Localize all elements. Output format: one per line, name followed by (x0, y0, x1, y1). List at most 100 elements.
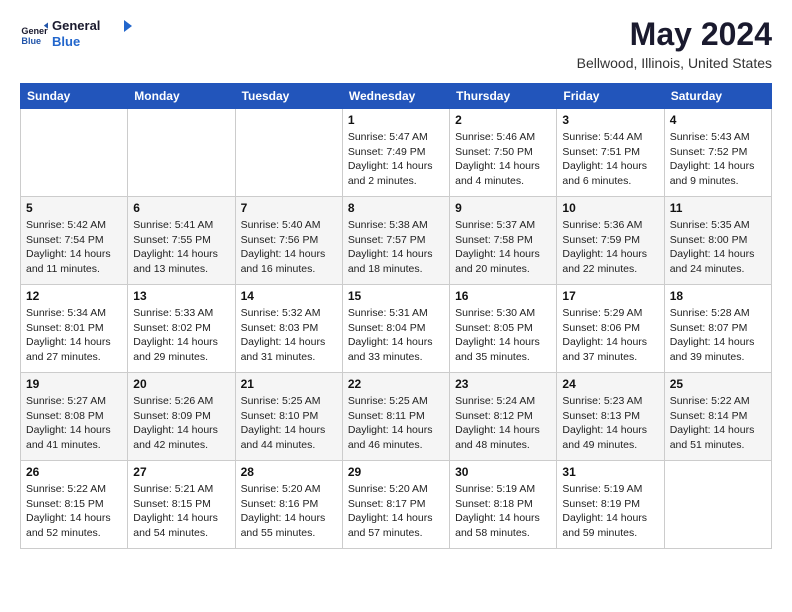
weekday-header: Thursday (450, 84, 557, 109)
calendar-cell: 29 Sunrise: 5:20 AM Sunset: 8:17 PM Dayli… (342, 461, 449, 549)
day-number: 29 (348, 465, 444, 479)
calendar-cell: 18 Sunrise: 5:28 AM Sunset: 8:07 PM Dayli… (664, 285, 771, 373)
day-number: 14 (241, 289, 337, 303)
calendar-cell (664, 461, 771, 549)
calendar-page: General Blue General Blue May 2024 Bellw… (0, 0, 792, 565)
calendar-cell: 22 Sunrise: 5:25 AM Sunset: 8:11 PM Dayli… (342, 373, 449, 461)
day-number: 20 (133, 377, 229, 391)
day-info: Sunrise: 5:21 AM Sunset: 8:15 PM Dayligh… (133, 482, 229, 541)
calendar-cell: 26Sunrise: 5:22 AM Sunset: 8:15 PM Dayli… (21, 461, 128, 549)
day-number: 21 (241, 377, 337, 391)
day-info: Sunrise: 5:24 AM Sunset: 8:12 PM Dayligh… (455, 394, 551, 453)
day-number: 26 (26, 465, 122, 479)
day-info: Sunrise: 5:46 AM Sunset: 7:50 PM Dayligh… (455, 130, 551, 189)
day-info: Sunrise: 5:29 AM Sunset: 8:06 PM Dayligh… (562, 306, 658, 365)
calendar-cell (21, 109, 128, 197)
day-info: Sunrise: 5:20 AM Sunset: 8:17 PM Dayligh… (348, 482, 444, 541)
day-info: Sunrise: 5:32 AM Sunset: 8:03 PM Dayligh… (241, 306, 337, 365)
day-number: 31 (562, 465, 658, 479)
day-number: 9 (455, 201, 551, 215)
calendar-week-row: 19Sunrise: 5:27 AM Sunset: 8:08 PM Dayli… (21, 373, 772, 461)
day-number: 2 (455, 113, 551, 127)
calendar-cell (235, 109, 342, 197)
day-number: 12 (26, 289, 122, 303)
calendar-cell: 28 Sunrise: 5:20 AM Sunset: 8:16 PM Dayli… (235, 461, 342, 549)
day-number: 24 (562, 377, 658, 391)
weekday-header-row: SundayMondayTuesdayWednesdayThursdayFrid… (21, 84, 772, 109)
calendar-cell: 5 Sunrise: 5:42 AM Sunset: 7:54 PM Daylig… (21, 197, 128, 285)
day-info: Sunrise: 5:19 AM Sunset: 8:18 PM Dayligh… (455, 482, 551, 541)
calendar-cell: 25 Sunrise: 5:22 AM Sunset: 8:14 PM Dayli… (664, 373, 771, 461)
day-number: 13 (133, 289, 229, 303)
day-number: 6 (133, 201, 229, 215)
calendar-cell: 7Sunrise: 5:40 AM Sunset: 7:56 PM Daylig… (235, 197, 342, 285)
calendar-cell: 12Sunrise: 5:34 AM Sunset: 8:01 PM Dayli… (21, 285, 128, 373)
calendar-week-row: 12Sunrise: 5:34 AM Sunset: 8:01 PM Dayli… (21, 285, 772, 373)
weekday-header: Saturday (664, 84, 771, 109)
day-number: 1 (348, 113, 444, 127)
calendar-cell: 8 Sunrise: 5:38 AM Sunset: 7:57 PM Daylig… (342, 197, 449, 285)
day-info: Sunrise: 5:40 AM Sunset: 7:56 PM Dayligh… (241, 218, 337, 277)
day-info: Sunrise: 5:43 AM Sunset: 7:52 PM Dayligh… (670, 130, 766, 189)
day-number: 18 (670, 289, 766, 303)
weekday-header: Tuesday (235, 84, 342, 109)
day-info: Sunrise: 5:23 AM Sunset: 8:13 PM Dayligh… (562, 394, 658, 453)
day-info: Sunrise: 5:42 AM Sunset: 7:54 PM Dayligh… (26, 218, 122, 277)
day-info: Sunrise: 5:38 AM Sunset: 7:57 PM Dayligh… (348, 218, 444, 277)
calendar-cell: 19Sunrise: 5:27 AM Sunset: 8:08 PM Dayli… (21, 373, 128, 461)
calendar-table: SundayMondayTuesdayWednesdayThursdayFrid… (20, 83, 772, 549)
day-info: Sunrise: 5:41 AM Sunset: 7:55 PM Dayligh… (133, 218, 229, 277)
calendar-week-row: 1 Sunrise: 5:47 AM Sunset: 7:49 PM Daylig… (21, 109, 772, 197)
calendar-cell: 3Sunrise: 5:44 AM Sunset: 7:51 PM Daylig… (557, 109, 664, 197)
calendar-cell: 1 Sunrise: 5:47 AM Sunset: 7:49 PM Daylig… (342, 109, 449, 197)
day-info: Sunrise: 5:25 AM Sunset: 8:10 PM Dayligh… (241, 394, 337, 453)
day-info: Sunrise: 5:26 AM Sunset: 8:09 PM Dayligh… (133, 394, 229, 453)
calendar-week-row: 26Sunrise: 5:22 AM Sunset: 8:15 PM Dayli… (21, 461, 772, 549)
calendar-week-row: 5 Sunrise: 5:42 AM Sunset: 7:54 PM Daylig… (21, 197, 772, 285)
day-number: 8 (348, 201, 444, 215)
day-info: Sunrise: 5:25 AM Sunset: 8:11 PM Dayligh… (348, 394, 444, 453)
calendar-cell: 4 Sunrise: 5:43 AM Sunset: 7:52 PM Daylig… (664, 109, 771, 197)
logo-svg: General Blue (52, 16, 132, 52)
calendar-cell: 15Sunrise: 5:31 AM Sunset: 8:04 PM Dayli… (342, 285, 449, 373)
day-info: Sunrise: 5:31 AM Sunset: 8:04 PM Dayligh… (348, 306, 444, 365)
day-number: 17 (562, 289, 658, 303)
day-info: Sunrise: 5:35 AM Sunset: 8:00 PM Dayligh… (670, 218, 766, 277)
subtitle: Bellwood, Illinois, United States (577, 55, 772, 71)
day-number: 25 (670, 377, 766, 391)
day-info: Sunrise: 5:36 AM Sunset: 7:59 PM Dayligh… (562, 218, 658, 277)
day-number: 30 (455, 465, 551, 479)
calendar-cell: 20 Sunrise: 5:26 AM Sunset: 8:09 PM Dayli… (128, 373, 235, 461)
day-info: Sunrise: 5:37 AM Sunset: 7:58 PM Dayligh… (455, 218, 551, 277)
calendar-cell: 6 Sunrise: 5:41 AM Sunset: 7:55 PM Daylig… (128, 197, 235, 285)
day-number: 4 (670, 113, 766, 127)
day-info: Sunrise: 5:28 AM Sunset: 8:07 PM Dayligh… (670, 306, 766, 365)
day-number: 28 (241, 465, 337, 479)
svg-text:General: General (52, 18, 100, 33)
calendar-cell: 11 Sunrise: 5:35 AM Sunset: 8:00 PM Dayli… (664, 197, 771, 285)
day-number: 10 (562, 201, 658, 215)
calendar-cell: 31Sunrise: 5:19 AM Sunset: 8:19 PM Dayli… (557, 461, 664, 549)
day-info: Sunrise: 5:33 AM Sunset: 8:02 PM Dayligh… (133, 306, 229, 365)
day-number: 5 (26, 201, 122, 215)
day-number: 19 (26, 377, 122, 391)
day-number: 22 (348, 377, 444, 391)
calendar-cell: 2 Sunrise: 5:46 AM Sunset: 7:50 PM Daylig… (450, 109, 557, 197)
day-number: 3 (562, 113, 658, 127)
header: General Blue General Blue May 2024 Bellw… (20, 16, 772, 71)
main-title: May 2024 (577, 16, 772, 53)
day-number: 27 (133, 465, 229, 479)
svg-text:Blue: Blue (21, 36, 41, 46)
calendar-cell: 21 Sunrise: 5:25 AM Sunset: 8:10 PM Dayli… (235, 373, 342, 461)
svg-text:General: General (21, 26, 48, 36)
day-info: Sunrise: 5:30 AM Sunset: 8:05 PM Dayligh… (455, 306, 551, 365)
calendar-cell: 24 Sunrise: 5:23 AM Sunset: 8:13 PM Dayli… (557, 373, 664, 461)
day-info: Sunrise: 5:22 AM Sunset: 8:14 PM Dayligh… (670, 394, 766, 453)
day-number: 11 (670, 201, 766, 215)
day-info: Sunrise: 5:20 AM Sunset: 8:16 PM Dayligh… (241, 482, 337, 541)
calendar-cell: 30 Sunrise: 5:19 AM Sunset: 8:18 PM Dayli… (450, 461, 557, 549)
day-info: Sunrise: 5:47 AM Sunset: 7:49 PM Dayligh… (348, 130, 444, 189)
svg-text:Blue: Blue (52, 34, 80, 49)
day-number: 23 (455, 377, 551, 391)
logo-icon: General Blue (20, 20, 48, 48)
